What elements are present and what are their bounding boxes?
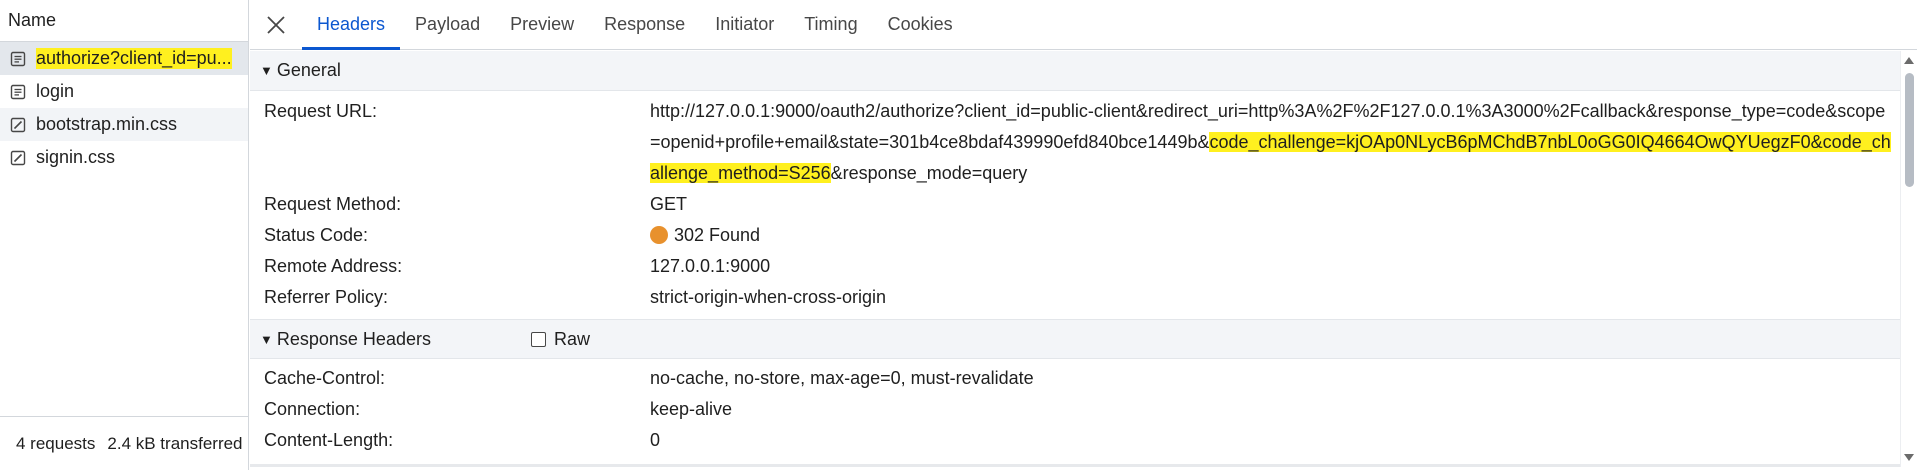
status-bar: 4 requests 2.4 kB transferred bbox=[0, 416, 249, 470]
close-icon bbox=[267, 15, 285, 34]
status-dot-icon bbox=[650, 226, 668, 244]
header-value: strict-origin-when-cross-origin bbox=[650, 287, 887, 307]
expand-triangle-icon: ▼ bbox=[260, 63, 273, 78]
vertical-scrollbar[interactable] bbox=[1900, 51, 1917, 467]
general-section-header[interactable]: ▼ General bbox=[250, 51, 1900, 91]
header-value: GET bbox=[650, 194, 688, 214]
transferred-size: 2.4 kB transferred bbox=[107, 433, 243, 453]
tab-preview[interactable]: Preview bbox=[495, 0, 589, 49]
header-key: Cache-Control: bbox=[264, 368, 386, 388]
request-item-bootstrap[interactable]: bootstrap.min.css bbox=[0, 108, 248, 141]
response-headers-section-header[interactable]: ▼ Response Headers Raw bbox=[250, 319, 1900, 359]
header-key: Request URL: bbox=[264, 101, 378, 121]
request-item-label: signin.css bbox=[36, 147, 116, 167]
tab-timing[interactable]: Timing bbox=[789, 0, 872, 49]
tab-response[interactable]: Response bbox=[589, 0, 700, 49]
section-title: Response Headers bbox=[276, 328, 431, 349]
response-header-row: Connection: keep-alive bbox=[250, 394, 1900, 425]
request-method-row: Request Method: GET bbox=[250, 189, 1900, 220]
document-icon bbox=[10, 84, 26, 99]
raw-label: Raw bbox=[554, 328, 591, 349]
document-icon bbox=[10, 51, 26, 66]
remote-address-row: Remote Address: 127.0.0.1:9000 bbox=[250, 251, 1900, 282]
tab-initiator[interactable]: Initiator bbox=[700, 0, 789, 49]
header-value: 127.0.0.1:9000 bbox=[650, 256, 771, 276]
request-url-row: Request URL: http://127.0.0.1:9000/oauth… bbox=[250, 96, 1900, 189]
checkbox-icon[interactable] bbox=[531, 331, 546, 347]
request-details-panel: Headers Payload Preview Response Initiat… bbox=[250, 0, 1917, 470]
request-count: 4 requests bbox=[16, 433, 96, 453]
header-value: no-cache, no-store, max-age=0, must-reva… bbox=[650, 368, 1034, 388]
request-url-value[interactable]: http://127.0.0.1:9000/oauth2/authorize?c… bbox=[650, 96, 1900, 189]
request-item-authorize[interactable]: authorize?client_id=pu... bbox=[0, 42, 248, 75]
horizontal-scrollbar[interactable] bbox=[250, 464, 1900, 467]
raw-checkbox[interactable]: Raw bbox=[531, 329, 590, 350]
request-item-label: authorize?client_id=pu... bbox=[36, 48, 232, 69]
header-key: Request Method: bbox=[264, 194, 402, 214]
request-item-label: login bbox=[36, 81, 75, 101]
section-title: General bbox=[276, 60, 341, 80]
request-item-login[interactable]: login bbox=[0, 75, 248, 108]
stylesheet-icon bbox=[10, 117, 26, 132]
expand-triangle-icon: ▼ bbox=[260, 331, 273, 347]
close-button[interactable] bbox=[250, 0, 302, 49]
response-header-row: Content-Length: 0 bbox=[250, 425, 1900, 456]
referrer-policy-row: Referrer Policy: strict-origin-when-cros… bbox=[250, 282, 1900, 313]
status-code-row: Status Code: 302 Found bbox=[250, 220, 1900, 251]
name-column-header[interactable]: Name bbox=[0, 0, 248, 42]
status-code-value: 302 Found bbox=[650, 220, 1900, 251]
header-key: Status Code: bbox=[264, 225, 369, 245]
header-key: Content-Length: bbox=[264, 430, 394, 450]
header-key: Referrer Policy: bbox=[264, 287, 389, 307]
tab-headers[interactable]: Headers bbox=[302, 0, 401, 50]
header-value: 0 bbox=[650, 430, 661, 450]
request-list-panel: Name authorize?client_id=pu... login boo… bbox=[0, 0, 249, 470]
header-key: Connection: bbox=[264, 399, 361, 419]
status-code-text: 302 Found bbox=[674, 225, 761, 245]
stylesheet-icon bbox=[10, 150, 26, 165]
scroll-down-arrow-icon[interactable] bbox=[1904, 454, 1914, 461]
request-item-label: bootstrap.min.css bbox=[36, 114, 178, 134]
url-part: &response_mode=query bbox=[830, 163, 1028, 183]
headers-content: ▼ General Request URL: http://127.0.0.1:… bbox=[250, 51, 1900, 467]
scroll-up-arrow-icon[interactable] bbox=[1904, 57, 1914, 64]
details-tabbar: Headers Payload Preview Response Initiat… bbox=[250, 0, 1917, 50]
tab-payload[interactable]: Payload bbox=[400, 0, 495, 49]
header-value: keep-alive bbox=[650, 399, 733, 419]
request-item-signin[interactable]: signin.css bbox=[0, 141, 248, 174]
response-header-row: Cache-Control: no-cache, no-store, max-a… bbox=[250, 363, 1900, 394]
tab-cookies[interactable]: Cookies bbox=[873, 0, 968, 49]
header-key: Remote Address: bbox=[264, 256, 403, 276]
scrollbar-thumb[interactable] bbox=[1905, 73, 1914, 187]
